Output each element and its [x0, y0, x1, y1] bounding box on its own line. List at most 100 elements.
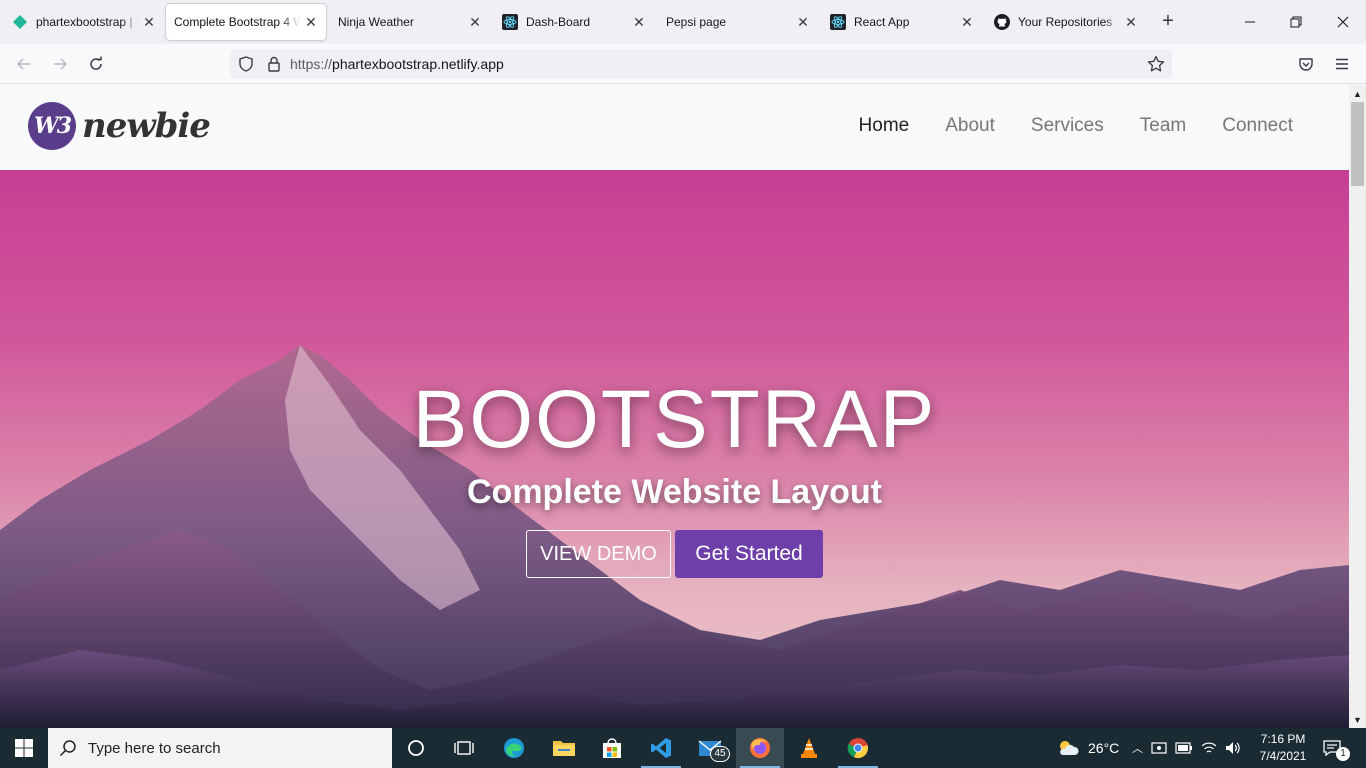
tab-dash-board[interactable]: Dash-Board ✕: [494, 4, 654, 40]
menu-team[interactable]: Team: [1140, 115, 1186, 137]
notification-badge: 1: [1336, 747, 1350, 761]
shield-icon[interactable]: [236, 54, 256, 74]
weather-widget[interactable]: 26°C: [1056, 728, 1119, 768]
clock-date: 7/4/2021: [1259, 749, 1307, 763]
edge-app[interactable]: [490, 728, 538, 768]
store-app[interactable]: [588, 728, 636, 768]
pocket-icon: [1299, 58, 1313, 71]
lock-icon[interactable]: [264, 54, 284, 74]
tab-your-repositories[interactable]: Your Repositories ✕: [986, 4, 1146, 40]
close-icon[interactable]: ✕: [1120, 11, 1142, 33]
tab-title: Complete Bootstrap 4 W: [174, 15, 300, 29]
search-placeholder: Type here to search: [88, 739, 221, 757]
navigation-toolbar: https://phartexbootstrap.netlify.app: [0, 44, 1366, 84]
chrome-app[interactable]: [834, 728, 882, 768]
clock[interactable]: 7:16 PM 7/4/2021: [1250, 731, 1316, 765]
firefox-app[interactable]: [736, 728, 784, 768]
site-header: W3 newbie Home About Services Team Conne…: [0, 85, 1349, 170]
chevron-up-icon[interactable]: ︿: [1132, 740, 1143, 756]
tab-react-app[interactable]: React App ✕: [822, 4, 982, 40]
firefox-icon: [750, 738, 770, 758]
edge-icon: [504, 738, 524, 758]
system-tray: ︿: [1132, 728, 1241, 768]
windows-logo-icon: [15, 739, 33, 757]
menu-connect[interactable]: Connect: [1222, 115, 1293, 137]
app-menu-button[interactable]: [1330, 52, 1354, 76]
scrollbar-thumb[interactable]: [1351, 102, 1364, 186]
forward-arrow-icon: [54, 58, 68, 70]
bookmark-star-icon[interactable]: [1146, 54, 1166, 74]
pocket-button[interactable]: [1294, 52, 1318, 76]
vlc-app[interactable]: [785, 728, 833, 768]
hero-section: BOOTSTRAP Complete Website Layout VIEW D…: [0, 170, 1349, 728]
tab-phartexbootstrap[interactable]: phartexbootstrap | N ✕: [4, 4, 164, 40]
cortana-circle-icon: [408, 740, 424, 756]
wifi-icon[interactable]: [1201, 741, 1217, 755]
site-logo[interactable]: W3 newbie: [28, 102, 211, 150]
taskbar-search[interactable]: Type here to search: [48, 728, 392, 768]
tab-ninja-weather[interactable]: Ninja Weather ✕: [330, 4, 490, 40]
hero-buttons: VIEW DEMO Get Started: [0, 530, 1349, 578]
cortana-button[interactable]: [392, 728, 440, 768]
close-window-button[interactable]: [1331, 10, 1355, 34]
tab-title: React App: [854, 15, 910, 29]
tab-bar: phartexbootstrap | N ✕ Complete Bootstra…: [0, 0, 1366, 44]
restore-button[interactable]: [1284, 10, 1308, 34]
tab-title: Pepsi page: [666, 15, 727, 29]
close-icon[interactable]: ✕: [956, 11, 978, 33]
tab-title: Ninja Weather: [338, 15, 414, 29]
tab-pepsi-page[interactable]: Pepsi page ✕: [658, 4, 818, 40]
close-icon[interactable]: ✕: [628, 11, 650, 33]
menu-home[interactable]: Home: [859, 115, 910, 137]
diamond-icon: [12, 14, 28, 30]
url-text[interactable]: https://phartexbootstrap.netlify.app: [290, 56, 1146, 72]
vscode-icon: [651, 738, 671, 758]
view-demo-button[interactable]: VIEW DEMO: [526, 530, 671, 578]
weather-temp: 26°C: [1088, 740, 1120, 756]
url-host: phartexbootstrap.netlify.app: [332, 56, 504, 72]
get-started-button[interactable]: Get Started: [675, 530, 823, 578]
menu-services[interactable]: Services: [1031, 115, 1104, 137]
url-bar[interactable]: https://phartexbootstrap.netlify.app: [230, 49, 1172, 79]
mail-badge: 45: [710, 746, 730, 762]
meet-now-icon[interactable]: [1151, 740, 1167, 756]
back-button[interactable]: [12, 52, 36, 76]
task-view-icon: [454, 741, 474, 755]
tab-title: Your Repositories: [1018, 15, 1113, 29]
hamburger-menu-icon: [1336, 58, 1348, 70]
vscode-app[interactable]: [637, 728, 685, 768]
url-scheme: https://: [290, 56, 333, 72]
reload-icon: [90, 56, 102, 70]
forward-button[interactable]: [48, 52, 72, 76]
hero-subtitle: Complete Website Layout: [467, 473, 882, 511]
scroll-up-icon[interactable]: ▲: [1349, 85, 1366, 102]
taskbar: Type here to search 45 26°C ︿ 7:16 PM 7/…: [0, 728, 1366, 768]
folder-icon: [553, 741, 575, 756]
mail-app[interactable]: 45: [686, 728, 734, 768]
volume-icon[interactable]: [1225, 741, 1241, 755]
vertical-scrollbar[interactable]: ▲ ▼: [1349, 85, 1366, 728]
close-icon[interactable]: ✕: [138, 11, 160, 33]
menu-about[interactable]: About: [945, 115, 995, 137]
store-bag-icon: [603, 738, 621, 758]
close-icon[interactable]: ✕: [792, 11, 814, 33]
tab-complete-bootstrap[interactable]: Complete Bootstrap 4 W ✕: [166, 4, 326, 40]
task-view-button[interactable]: [440, 728, 488, 768]
battery-icon[interactable]: [1175, 742, 1193, 754]
github-icon: [994, 14, 1010, 30]
start-button[interactable]: [0, 728, 48, 768]
notification-center-button[interactable]: 1: [1322, 728, 1350, 768]
scroll-down-icon[interactable]: ▼: [1349, 711, 1366, 728]
hero-content: BOOTSTRAP Complete Website Layout VIEW D…: [0, 375, 1349, 578]
hero-title: BOOTSTRAP: [412, 374, 937, 465]
new-tab-button[interactable]: +: [1158, 11, 1178, 32]
reload-button[interactable]: [84, 52, 108, 76]
react-icon: [502, 14, 518, 30]
minimize-button[interactable]: [1238, 10, 1262, 34]
close-icon[interactable]: ✕: [300, 11, 322, 33]
chrome-icon: [847, 738, 869, 759]
close-icon[interactable]: ✕: [464, 11, 486, 33]
search-icon: [48, 739, 88, 757]
weather-sun-cloud-icon: [1060, 741, 1079, 755]
file-explorer-app[interactable]: [540, 728, 588, 768]
